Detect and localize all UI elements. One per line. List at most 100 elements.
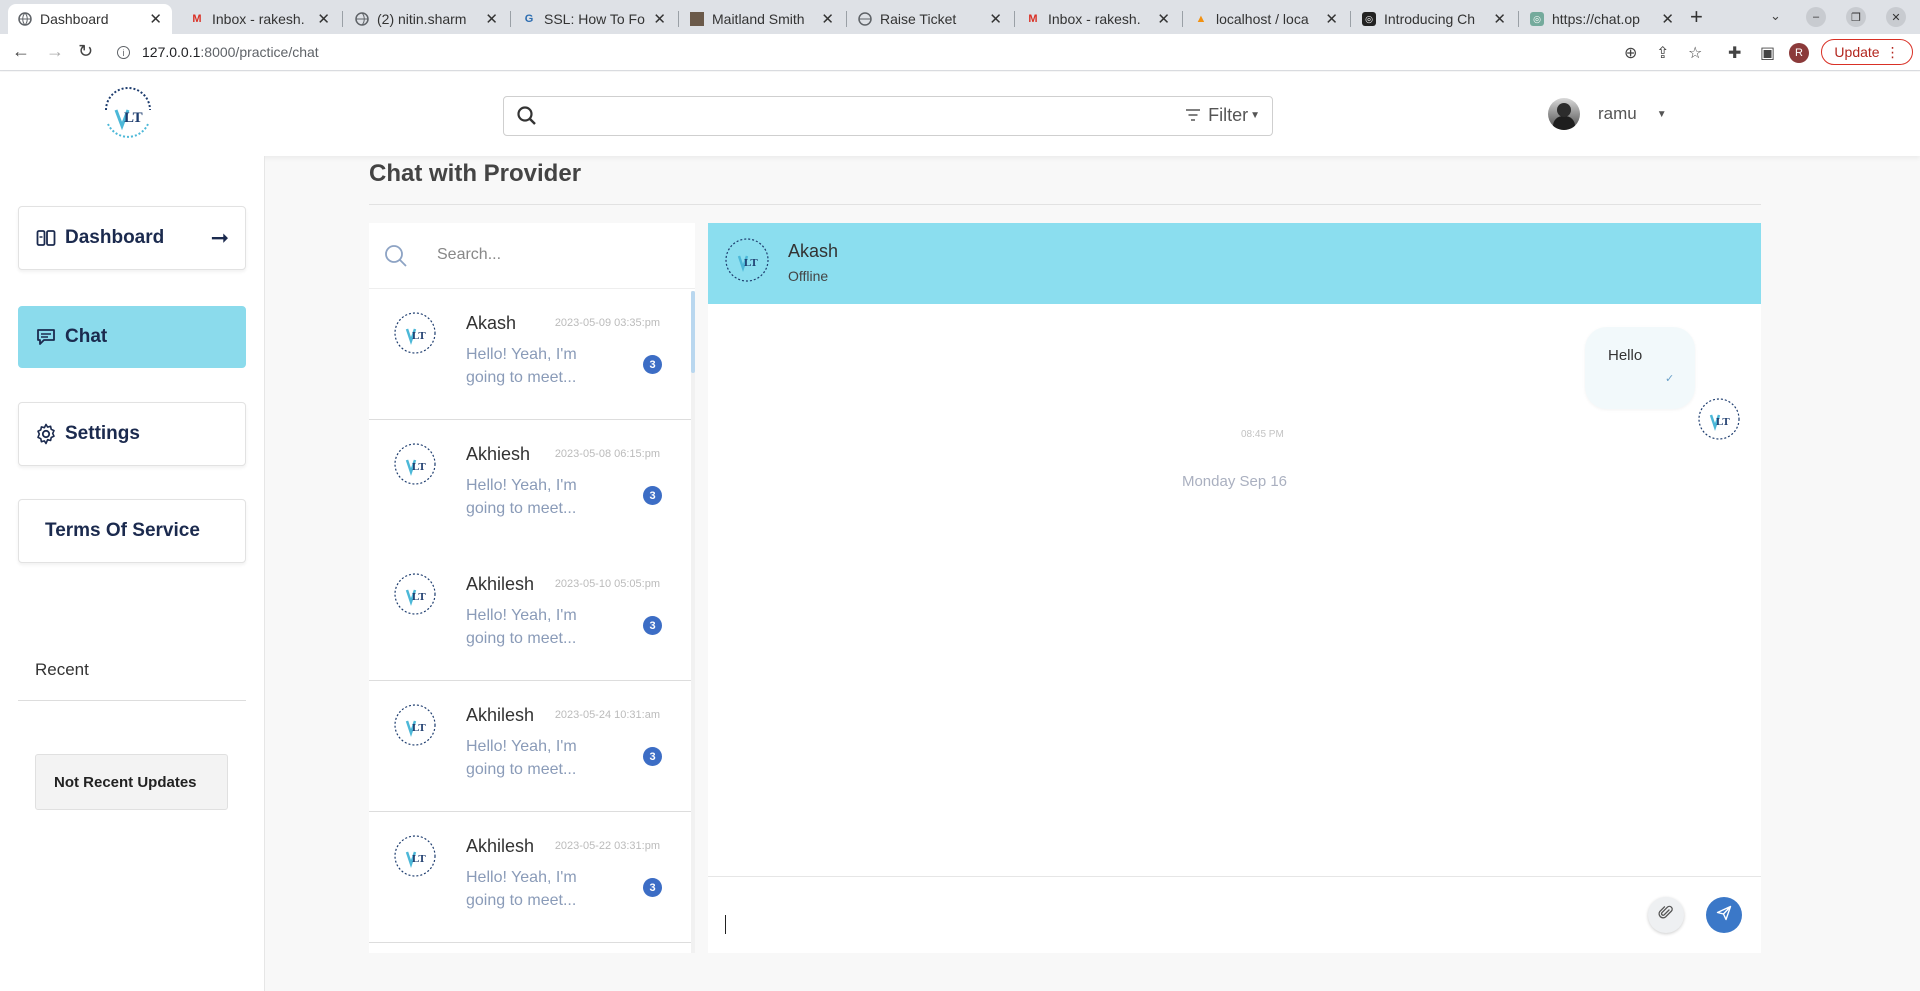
globe-icon [858,12,872,26]
close-icon[interactable]: ✕ [1661,10,1674,28]
svg-text:LT: LT [124,110,143,126]
username: ramu [1598,104,1637,123]
recent-empty-state: Not Recent Updates [35,754,228,810]
user-menu[interactable]: ramu ▼ [1548,98,1667,130]
tab-search-icon[interactable]: ⌄ [1770,8,1781,24]
browser-tab[interactable]: G SSL: How To Fo ✕ [512,4,676,34]
browser-tab-dashboard[interactable]: Dashboard ✕ [8,4,172,34]
contact-avatar: LT [394,312,436,354]
site-icon [690,12,704,26]
back-icon[interactable]: ← [12,41,30,62]
forward-icon[interactable]: → [46,41,64,62]
profile-avatar[interactable]: R [1789,43,1809,63]
chat-header: LT Akash Offline [708,223,1761,304]
contact-item[interactable]: LT Akhilesh 2023-05-22 03:31:pm Hello! Y… [369,812,691,943]
browser-tab-strip: Dashboard ✕ M Inbox - rakesh. ✕ (2) niti… [0,0,1920,34]
minimize-icon[interactable]: – [1806,7,1826,27]
site-icon: G [524,13,534,25]
contact-search-input[interactable]: Search... [437,246,501,264]
tab-title: (2) nitin.sharm [377,11,467,27]
browser-tab[interactable]: ▲ localhost / loca ✕ [1184,4,1348,34]
close-icon[interactable]: ✕ [1325,10,1338,28]
chevron-down-icon: ▼ [1250,110,1260,121]
browser-tab[interactable]: M Inbox - rakesh. ✕ [180,4,340,34]
filter-dropdown[interactable]: Filter ▼ [1186,105,1260,126]
close-icon[interactable]: ✕ [653,10,666,28]
chat-contact-status: Offline [788,268,829,284]
contact-preview: Hello! Yeah, I'm going to meet... [466,477,577,517]
sidebar-item-dashboard[interactable]: Dashboard ➞ [18,206,246,270]
divider [369,204,1761,205]
contact-timestamp: 2023-05-22 03:31:pm [554,840,660,852]
new-tab-icon[interactable]: + [1690,4,1703,30]
close-icon[interactable]: ✕ [317,10,330,28]
site-info-icon[interactable]: i [117,46,130,59]
dashboard-icon [35,227,57,249]
reload-icon[interactable]: ↻ [78,41,93,62]
url-path: :8000/practice/chat [200,44,319,60]
sidebar-item-label: Chat [65,326,108,347]
sidebar-item-settings[interactable]: Settings [18,402,246,466]
contact-avatar: LT [725,238,769,282]
close-icon[interactable]: ✕ [1493,10,1506,28]
contact-preview: Hello! Yeah, I'm going to meet... [466,869,577,909]
browser-tab[interactable]: M Inbox - rakesh. ✕ [1016,4,1180,34]
gmail-icon: M [192,13,202,25]
close-icon[interactable]: ✕ [149,10,162,28]
sidebar-item-label: Terms Of Service [45,520,200,541]
close-icon[interactable]: ✕ [821,10,834,28]
message-text: Hello [1608,347,1643,364]
tab-title: Inbox - rakesh. [1048,11,1141,27]
browser-tab[interactable]: ◎ Introducing Ch ✕ [1352,4,1516,34]
contact-item[interactable]: LT Akhilesh 2023-05-24 10:31:am Hello! Y… [369,681,691,812]
tab-title: Dashboard [40,11,109,27]
window-close-icon[interactable]: ✕ [1886,7,1906,27]
scrollbar-thumb[interactable] [691,291,695,373]
contact-avatar: LT [394,835,436,877]
check-icon: ✓ [1665,373,1675,385]
contact-item[interactable]: LT Akhilesh 2023-05-10 05:05:pm Hello! Y… [369,550,691,681]
zoom-icon[interactable]: ⊕ [1624,43,1637,63]
send-button[interactable] [1706,897,1742,933]
tab-title: SSL: How To Fo [544,11,645,27]
close-icon[interactable]: ✕ [485,10,498,28]
globe-icon [355,12,369,26]
unread-badge: 3 [643,616,662,635]
scrollbar-track[interactable] [691,291,695,953]
side-panel-icon[interactable]: ▣ [1760,43,1775,63]
tab-title: Inbox - rakesh. [212,11,305,27]
recent-heading: Recent [35,660,89,679]
locum-tenens-logo[interactable]: LT [98,86,158,144]
browser-tab[interactable]: Maitland Smith ✕ [680,4,844,34]
bookmark-star-icon[interactable]: ☆ [1688,43,1702,63]
update-button[interactable]: Update ⋮ [1821,39,1913,65]
close-icon[interactable]: ✕ [1157,10,1170,28]
browser-tab[interactable]: ◎ https://chat.op ✕ [1520,4,1684,34]
maximize-icon[interactable]: ❐ [1846,7,1866,27]
browser-tab[interactable]: (2) nitin.sharm ✕ [345,4,508,34]
phpmyadmin-icon: ▲ [1195,13,1207,25]
contact-name: Akhilesh [466,705,535,725]
svg-text:LT: LT [412,722,426,734]
sidebar-item-chat[interactable]: Chat [18,306,246,368]
contact-timestamp: 2023-05-08 06:15:pm [554,448,660,460]
global-search-input[interactable]: Filter ▼ [503,96,1273,136]
message-input[interactable] [725,915,726,934]
svg-text:LT: LT [412,461,426,473]
contact-item[interactable]: LT Akash 2023-05-09 03:35:pm Hello! Yeah… [369,289,691,420]
close-icon[interactable]: ✕ [989,10,1002,28]
browser-tab[interactable]: Raise Ticket ✕ [848,4,1012,34]
message-composer [708,876,1761,953]
tab-title: https://chat.op [1552,11,1640,27]
attach-button[interactable] [1648,897,1684,933]
sidebar-item-terms-of-service[interactable]: Terms Of Service [18,499,246,563]
arrow-right-icon: ➞ [210,225,229,250]
contact-search[interactable]: Search... [369,223,695,289]
chevron-down-icon: ▼ [1656,108,1667,120]
tab-title: Maitland Smith [712,11,805,27]
extensions-icon[interactable]: ✚ [1728,43,1741,63]
address-bar[interactable]: 127.0.0.1:8000/practice/chat [142,44,319,60]
contact-item[interactable]: LT Akhiesh 2023-05-08 06:15:pm Hello! Ye… [369,420,691,551]
message-time: 08:45 PM [1241,429,1284,440]
share-icon[interactable]: ⇪ [1656,43,1669,63]
